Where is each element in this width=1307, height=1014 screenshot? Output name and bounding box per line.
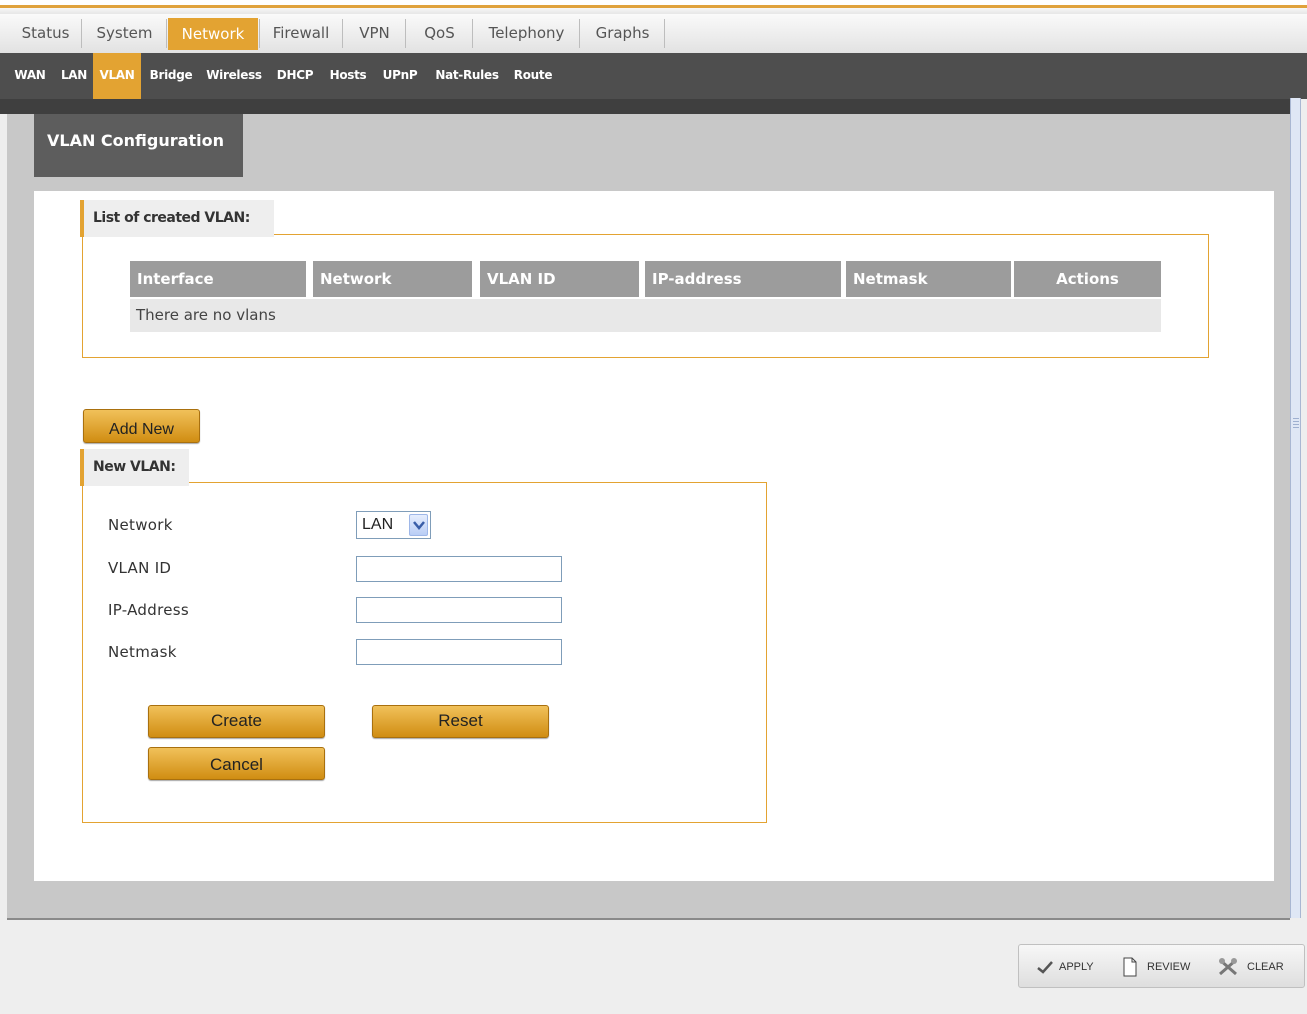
sub-menu-wireless[interactable]: Wireless [201, 53, 267, 99]
network-select-value: LAN [362, 516, 394, 533]
review-action[interactable]: REVIEW [1121, 945, 1211, 989]
apply-label: APPLY [1059, 961, 1094, 973]
main-menu-vpn[interactable]: VPN [344, 19, 406, 48]
sub-menu: WAN LAN VLAN Bridge Wireless DHCP Hosts … [0, 53, 1307, 99]
vertical-scrollbar[interactable] [1290, 98, 1301, 918]
clear-icon [1219, 958, 1237, 976]
clear-label: CLEAR [1247, 961, 1284, 973]
column-header-network: Network [313, 261, 472, 297]
scrollbar-grip-icon[interactable] [1293, 418, 1299, 430]
table-empty-row: There are no vlans [130, 299, 1161, 332]
network-label: Network [108, 516, 173, 534]
main-menu-status[interactable]: Status [10, 19, 82, 48]
main-menu-firewall[interactable]: Firewall [259, 19, 343, 48]
new-vlan-legend: New VLAN: [80, 449, 189, 486]
page-title: VLAN Configuration [34, 114, 243, 177]
sub-menu-upnp[interactable]: UPnP [376, 53, 424, 99]
chevron-down-icon[interactable] [409, 514, 428, 536]
column-header-netmask: Netmask [846, 261, 1011, 297]
sub-menu-lan[interactable]: LAN [56, 53, 92, 99]
sub-menu-dhcp[interactable]: DHCP [270, 53, 320, 99]
reset-button[interactable]: Reset [372, 705, 549, 738]
sub-menu-hosts[interactable]: Hosts [323, 53, 373, 99]
ip-address-input[interactable] [356, 597, 562, 623]
review-label: REVIEW [1147, 961, 1191, 973]
sub-menu-vlan[interactable]: VLAN [93, 53, 141, 99]
sub-menu-nat-rules[interactable]: Nat-Rules [427, 53, 507, 99]
network-select[interactable]: LAN [356, 511, 431, 539]
netmask-input[interactable] [356, 639, 562, 665]
vlan-id-label: VLAN ID [108, 559, 172, 577]
main-menu-graphs[interactable]: Graphs [581, 19, 665, 48]
column-header-actions: Actions [1014, 261, 1161, 297]
top-accent-strip [0, 0, 1307, 14]
apply-action[interactable]: APPLY [1035, 945, 1115, 989]
main-menu: Status System Network Firewall VPN QoS T… [0, 14, 1307, 53]
main-menu-qos[interactable]: QoS [407, 19, 473, 48]
sub-menu-bridge[interactable]: Bridge [144, 53, 198, 99]
action-bar: APPLY REVIEW CLEAR [1018, 944, 1305, 988]
vlan-list-legend: List of created VLAN: [80, 200, 274, 237]
checkmark-icon [1037, 961, 1053, 974]
create-button[interactable]: Create [148, 705, 325, 738]
main-menu-network[interactable]: Network [168, 18, 258, 50]
submenu-shadow-bar [0, 99, 1290, 114]
clear-action[interactable]: CLEAR [1217, 945, 1299, 989]
sub-menu-wan[interactable]: WAN [10, 53, 50, 99]
ip-address-label: IP-Address [108, 601, 189, 619]
vlan-id-input[interactable] [356, 556, 562, 582]
sub-menu-route[interactable]: Route [508, 53, 558, 99]
document-icon [1123, 957, 1137, 977]
column-header-vlan-id: VLAN ID [480, 261, 639, 297]
column-header-interface: Interface [130, 261, 306, 297]
main-menu-telephony[interactable]: Telephony [474, 19, 580, 48]
column-header-ip-address: IP-address [645, 261, 841, 297]
add-new-button[interactable]: Add New [83, 409, 200, 443]
main-menu-system[interactable]: System [83, 19, 167, 48]
netmask-label: Netmask [108, 643, 177, 661]
cancel-button[interactable]: Cancel [148, 747, 325, 780]
